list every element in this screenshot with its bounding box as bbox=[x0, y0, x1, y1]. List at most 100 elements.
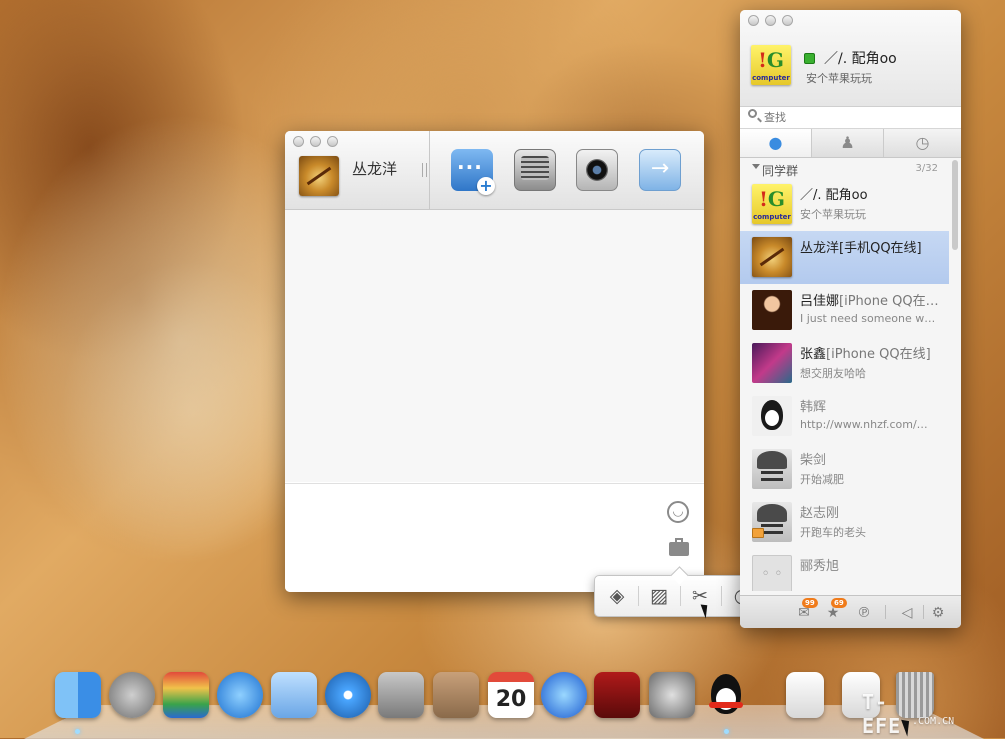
popup-divider bbox=[680, 586, 681, 606]
minimize-window-button[interactable] bbox=[310, 136, 321, 147]
contact-name-text: 赵志刚 bbox=[800, 506, 840, 521]
gear-icon[interactable]: ⚙ bbox=[930, 605, 946, 621]
message-history[interactable] bbox=[285, 210, 704, 482]
contact-avatar bbox=[752, 396, 792, 436]
contact-status: [手机QQ在线] bbox=[839, 241, 922, 256]
contact-name-text: 韩辉 bbox=[800, 400, 827, 415]
contact-signature: 安个苹果玩玩 bbox=[800, 208, 866, 221]
contact-item[interactable]: 郦秀旭 bbox=[740, 549, 949, 591]
image-icon[interactable]: ▨ bbox=[647, 584, 671, 608]
contact-item[interactable]: 赵志刚 开跑车的老头 bbox=[740, 496, 949, 549]
group-count: 3/32 bbox=[915, 163, 938, 174]
contact-list-scrollbar[interactable] bbox=[952, 160, 958, 250]
facetime-icon[interactable] bbox=[378, 672, 424, 718]
tab-recent[interactable]: ◷ bbox=[884, 129, 961, 157]
watermark-sub: .COM.CN bbox=[912, 716, 955, 727]
qq-contact-panel: !G computer ／/. 配角oo 安个苹果玩玩 ● ♟ ◷ 同学群 3/… bbox=[740, 10, 961, 628]
bottom-divider bbox=[923, 605, 924, 619]
bottom-divider bbox=[885, 605, 886, 619]
favorites-badge: 69 bbox=[831, 598, 847, 608]
search-input[interactable] bbox=[764, 109, 944, 125]
minimize-panel-button[interactable] bbox=[765, 15, 776, 26]
avatar-logo-sub: computer bbox=[753, 213, 791, 221]
contact-name-text: 张鑫 bbox=[800, 347, 827, 362]
contacts-app-icon[interactable] bbox=[433, 672, 479, 718]
contact-name: 韩辉 bbox=[800, 396, 940, 415]
contact-list[interactable]: !G computer ／/. 配角oo 安个苹果玩玩 丛龙洋[手机QQ在线] … bbox=[740, 178, 949, 591]
system-preferences-icon[interactable] bbox=[649, 672, 695, 718]
contact-item[interactable]: 柴剑 开始减肥 bbox=[740, 443, 949, 496]
contact-status: [iPhone QQ在线] bbox=[826, 347, 931, 362]
safari-icon[interactable] bbox=[325, 672, 371, 718]
contact-avatar bbox=[752, 449, 792, 489]
self-signature[interactable]: 安个苹果玩玩 bbox=[806, 70, 872, 86]
contact-item[interactable]: !G computer ／/. 配角oo 安个苹果玩玩 bbox=[740, 178, 949, 231]
contact-avatar bbox=[752, 555, 792, 591]
contact-status: [iPhone QQ在… bbox=[839, 294, 939, 309]
briefcase-icon[interactable] bbox=[669, 538, 689, 556]
contact-name-text: 吕佳娜 bbox=[800, 294, 840, 309]
trash-icon[interactable] bbox=[896, 672, 934, 718]
panel-window-controls bbox=[748, 15, 793, 26]
video-call-button[interactable] bbox=[576, 149, 618, 191]
tab-conversations[interactable]: ● bbox=[740, 129, 812, 157]
sound-icon[interactable]: ◁ bbox=[899, 605, 915, 621]
online-status-icon[interactable] bbox=[804, 53, 815, 64]
mobile-badge-icon bbox=[752, 528, 764, 538]
send-file-button[interactable] bbox=[639, 149, 681, 191]
voice-call-button[interactable] bbox=[514, 149, 556, 191]
toolbox-popup: ◈ ▨ ✂ ◷ bbox=[594, 575, 764, 617]
contact-item[interactable]: 吕佳娜[iPhone QQ在… I just need someone wh… bbox=[740, 284, 949, 337]
contact-name: ／/. 配角oo bbox=[800, 184, 940, 203]
zoom-panel-button[interactable] bbox=[782, 15, 793, 26]
contact-name-text: ／/. 配角oo bbox=[800, 188, 868, 203]
smiley-icon[interactable]: ◡ bbox=[667, 501, 689, 523]
contact-item[interactable]: 张鑫[iPhone QQ在线] 想交朋友哈哈 bbox=[740, 337, 949, 390]
rotate-icon[interactable]: ◈ bbox=[605, 584, 629, 608]
contact-avatar bbox=[752, 343, 792, 383]
contact-item-selected[interactable]: 丛龙洋[手机QQ在线] bbox=[740, 231, 949, 284]
itunes-icon[interactable] bbox=[541, 672, 587, 718]
qq-dock-icon[interactable] bbox=[703, 672, 749, 718]
header-divider bbox=[429, 131, 430, 209]
preview-icon[interactable] bbox=[271, 672, 317, 718]
window-controls bbox=[293, 136, 338, 147]
chat-window: 丛龙洋 ◡ bbox=[285, 131, 704, 592]
mail-badge: 99 bbox=[802, 598, 818, 608]
search-icon bbox=[748, 109, 757, 118]
avatar-logo-sub: computer bbox=[752, 74, 790, 82]
group-name: 同学群 bbox=[762, 164, 799, 178]
finder-icon[interactable] bbox=[55, 672, 101, 718]
close-window-button[interactable] bbox=[293, 136, 304, 147]
chat-contact-avatar[interactable] bbox=[299, 156, 339, 196]
contact-item[interactable]: 韩辉 http://www.nhzf.com/… bbox=[740, 390, 949, 443]
contact-name: 吕佳娜[iPhone QQ在… bbox=[800, 290, 940, 309]
running-indicator bbox=[75, 729, 80, 734]
launchpad-icon[interactable] bbox=[109, 672, 155, 718]
app-store-icon[interactable] bbox=[217, 672, 263, 718]
contact-name: 张鑫[iPhone QQ在线] bbox=[800, 343, 940, 362]
panel-bottom-bar: ✉ 99 ★ 69 ℗ ◁ ⚙ bbox=[740, 595, 961, 628]
photo-booth-icon[interactable] bbox=[163, 672, 209, 718]
header-resize-grip[interactable] bbox=[422, 163, 427, 177]
contacts-icon: ♟ bbox=[840, 133, 855, 152]
search-bar bbox=[740, 107, 961, 129]
documents-stack-icon[interactable] bbox=[786, 672, 824, 718]
photo-booth-2-icon[interactable] bbox=[594, 672, 640, 718]
group-header[interactable]: 同学群 3/32 bbox=[740, 158, 952, 180]
contact-name: 柴剑 bbox=[800, 449, 940, 468]
wallpaper-highlight bbox=[60, 260, 320, 560]
self-avatar[interactable]: !G computer bbox=[751, 45, 791, 85]
contact-name: 丛龙洋[手机QQ在线] bbox=[800, 237, 940, 256]
avatar-logo: !G bbox=[758, 48, 784, 72]
popup-divider bbox=[638, 586, 639, 606]
contact-name-text: 郦秀旭 bbox=[800, 559, 840, 574]
multi-chat-button[interactable] bbox=[451, 149, 495, 195]
zoom-window-button[interactable] bbox=[327, 136, 338, 147]
calendar-icon[interactable]: 20 bbox=[488, 672, 534, 718]
qq-penguin-scarf bbox=[709, 702, 743, 708]
close-panel-button[interactable] bbox=[748, 15, 759, 26]
tab-contacts[interactable]: ♟ bbox=[812, 129, 884, 157]
panel-header: !G computer ／/. 配角oo 安个苹果玩玩 bbox=[740, 10, 961, 107]
qzone-icon[interactable]: ℗ bbox=[856, 605, 872, 621]
